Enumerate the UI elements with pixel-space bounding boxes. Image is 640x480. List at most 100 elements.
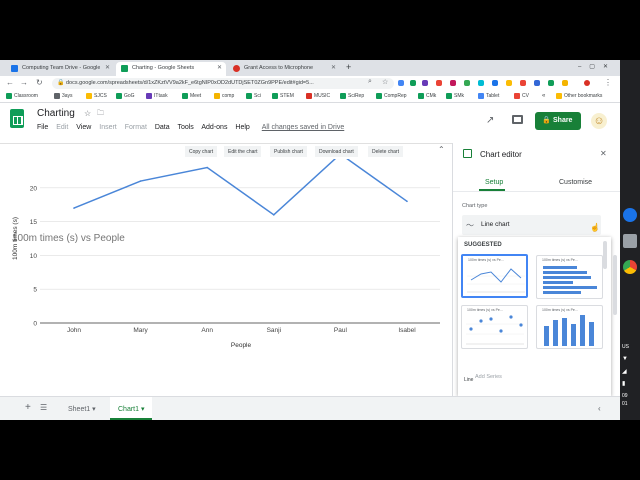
bookmark-cv[interactable]: CV	[514, 93, 529, 99]
close-tab-icon[interactable]: ✕	[105, 64, 110, 71]
back-icon[interactable]: ←	[6, 78, 14, 87]
delete-chart-button[interactable]: Delete chart	[368, 146, 403, 157]
bookmark-cmk[interactable]: CMk	[418, 93, 436, 99]
address-bar[interactable]: 🔒 docs.google.com/spreadsheets/d/1xZKztV…	[52, 78, 394, 89]
menu-format[interactable]: Format	[125, 124, 147, 131]
bookmark-music[interactable]: MUSIC	[306, 93, 330, 99]
window-controls[interactable]: –▢✕	[578, 63, 616, 70]
share-button[interactable]: 🔒 Share	[535, 112, 581, 130]
extension-icon[interactable]	[506, 80, 512, 86]
copy-chart-button[interactable]: Copy chart	[185, 146, 218, 157]
document-title[interactable]: Charting	[37, 108, 75, 119]
bookmark-classroom[interactable]: Classroom	[6, 93, 38, 99]
menu-help[interactable]: Help	[235, 124, 249, 131]
menu-insert[interactable]: Insert	[99, 124, 117, 131]
bookmark-smk[interactable]: SMk	[446, 93, 464, 99]
close-icon[interactable]: ✕	[600, 149, 607, 158]
bookmark-tablet[interactable]: Tablet	[478, 93, 499, 99]
extension-icon[interactable]	[562, 80, 568, 86]
add-sheet-button[interactable]: +	[25, 402, 31, 413]
menu-addons[interactable]: Add-ons	[201, 124, 227, 131]
star-icon[interactable]: ☆	[84, 109, 91, 118]
menu-edit[interactable]: Edit	[56, 124, 68, 131]
profile-icon[interactable]	[584, 80, 590, 86]
more-bookmarks-icon[interactable]: «	[542, 93, 545, 99]
download-chart-button[interactable]: Download chart	[315, 146, 358, 157]
extension-icon[interactable]	[464, 80, 470, 86]
extension-icon[interactable]	[492, 80, 498, 86]
new-tab-button[interactable]: +	[346, 62, 351, 72]
chart-type-select[interactable]: 〜 Line chart	[462, 215, 601, 235]
extension-icon[interactable]	[422, 80, 428, 86]
tab-chart1[interactable]: Chart1 ▾	[110, 397, 153, 420]
add-series-button[interactable]: Add Series	[475, 374, 502, 380]
tab-customise[interactable]: Customise	[559, 179, 592, 186]
suggested-column-chart[interactable]: 100m times (s) vs Pe...	[536, 305, 603, 349]
forward-icon[interactable]: →	[20, 78, 28, 87]
suggested-scatter-chart[interactable]: 100m times (s) vs Pe...	[461, 305, 528, 349]
close-tab-icon[interactable]: ✕	[217, 64, 222, 71]
suggested-line-chart[interactable]: 100m times (s) vs Pe...	[461, 254, 528, 298]
publish-chart-button[interactable]: Publish chart	[270, 146, 307, 157]
bookmark-sjcs[interactable]: SJCS	[86, 93, 107, 99]
chrome-icon[interactable]	[623, 260, 637, 274]
battery-icon[interactable]: ▮	[622, 380, 625, 387]
menu-file[interactable]: File	[37, 124, 48, 131]
extension-icon[interactable]	[520, 80, 526, 86]
bookmark-comp[interactable]: comp	[214, 93, 234, 99]
zoom-app-icon[interactable]	[623, 208, 637, 222]
chart-area[interactable]: 100m times (s) vs People0510152025JohnMa…	[0, 159, 452, 393]
edit-chart-button[interactable]: Edit the chart	[224, 146, 262, 157]
explore-trend-icon[interactable]: ↗	[486, 115, 494, 126]
extension-icon[interactable]	[398, 80, 404, 86]
extension-icon[interactable]	[436, 80, 442, 86]
browser-tab-drive[interactable]: Computing Team Drive - Google ✕	[6, 62, 114, 76]
bookmark-sci[interactable]: Sci	[246, 93, 261, 99]
dropdown-scrollbar[interactable]	[603, 241, 607, 269]
bookmark-comprep[interactable]: CompRep	[376, 93, 407, 99]
editor-scrollbar[interactable]	[613, 255, 617, 315]
menu-tools[interactable]: Tools	[177, 124, 193, 131]
extension-icon[interactable]	[534, 80, 540, 86]
extension-icon[interactable]	[410, 80, 416, 86]
y-tick-label: 15	[30, 219, 38, 226]
all-sheets-icon[interactable]: ☰	[40, 403, 47, 412]
bookmark-gog[interactable]: GoG	[116, 93, 135, 99]
bookmark-ittask[interactable]: ITtask	[146, 93, 168, 99]
avatar[interactable]: ☺	[591, 113, 607, 129]
line-chart[interactable]: 100m times (s) vs People0510152025JohnMa…	[0, 159, 452, 393]
network-icon[interactable]: ◢	[622, 368, 627, 375]
tab-setup[interactable]: Setup	[485, 179, 503, 186]
close-tab-icon[interactable]: ✕	[331, 64, 336, 71]
extension-icon[interactable]	[478, 80, 484, 86]
move-folder-icon[interactable]: 🗀	[97, 109, 104, 120]
suggested-bar-chart[interactable]: 100m times (s) vs Pe...	[536, 255, 603, 299]
menu-data[interactable]: Data	[155, 124, 170, 131]
x-tick-label: Paul	[334, 327, 348, 334]
input-language[interactable]: US	[622, 344, 629, 350]
extension-icon[interactable]	[450, 80, 456, 86]
bookmark-star-icon[interactable]: ☆	[382, 78, 388, 86]
zoom-icon[interactable]: ⌕	[368, 78, 372, 86]
clock[interactable]: 09 01	[622, 392, 628, 408]
extension-icon[interactable]	[548, 80, 554, 86]
sheets-logo-icon[interactable]	[10, 109, 24, 128]
wifi-icon[interactable]: ▼	[622, 356, 628, 362]
folder-icon	[54, 93, 60, 99]
menu-view[interactable]: View	[76, 124, 91, 131]
bookmark-meet[interactable]: Meet	[182, 93, 201, 99]
reload-icon[interactable]: ↻	[36, 78, 43, 87]
scroll-tabs-icon[interactable]: ‹	[598, 404, 601, 413]
browser-menu-icon[interactable]: ⋮	[604, 78, 612, 87]
save-status[interactable]: All changes saved in Drive	[262, 124, 345, 131]
bookmark-other[interactable]: Other bookmarks	[556, 93, 602, 99]
comment-icon[interactable]	[512, 115, 523, 124]
browser-tab-microphone[interactable]: Grant Access to Microphone ✕	[228, 62, 340, 76]
bookmark-stem[interactable]: STEM	[272, 93, 294, 99]
camera-app-icon[interactable]	[623, 234, 637, 248]
browser-tab-sheets[interactable]: Charting - Google Sheets ✕	[116, 62, 226, 76]
tab-sheet1[interactable]: Sheet1 ▾	[60, 397, 104, 420]
bookmark-3ays[interactable]: 3ays	[54, 93, 73, 99]
collapse-icon[interactable]: ⌃	[438, 145, 445, 154]
bookmark-scirep[interactable]: SciRep	[340, 93, 364, 99]
